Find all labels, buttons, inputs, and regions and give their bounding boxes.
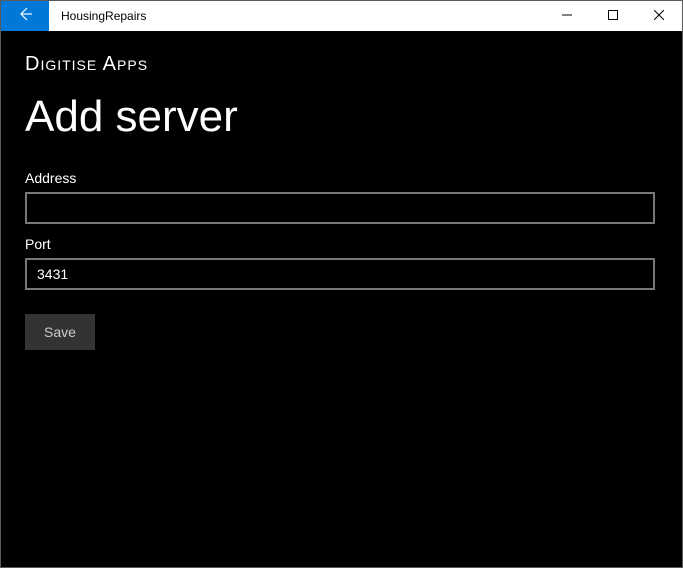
app-window: HousingRepairs Digitise Apps Add server … xyxy=(0,0,683,568)
port-label: Port xyxy=(25,236,658,252)
port-input[interactable] xyxy=(25,258,655,290)
close-button[interactable] xyxy=(636,1,682,31)
maximize-icon xyxy=(608,7,618,25)
content-area: Digitise Apps Add server Address Port Sa… xyxy=(1,31,682,567)
brand-label: Digitise Apps xyxy=(25,53,658,76)
maximize-button[interactable] xyxy=(590,1,636,31)
address-input[interactable] xyxy=(25,192,655,224)
back-button[interactable] xyxy=(1,1,49,31)
minimize-button[interactable] xyxy=(544,1,590,31)
close-icon xyxy=(654,7,664,25)
save-button[interactable]: Save xyxy=(25,314,95,350)
page-title: Add server xyxy=(25,92,658,142)
minimize-icon xyxy=(562,7,572,25)
window-controls xyxy=(544,1,682,31)
address-label: Address xyxy=(25,170,658,186)
window-title: HousingRepairs xyxy=(49,1,544,31)
titlebar: HousingRepairs xyxy=(1,1,682,31)
back-arrow-icon xyxy=(17,6,33,27)
